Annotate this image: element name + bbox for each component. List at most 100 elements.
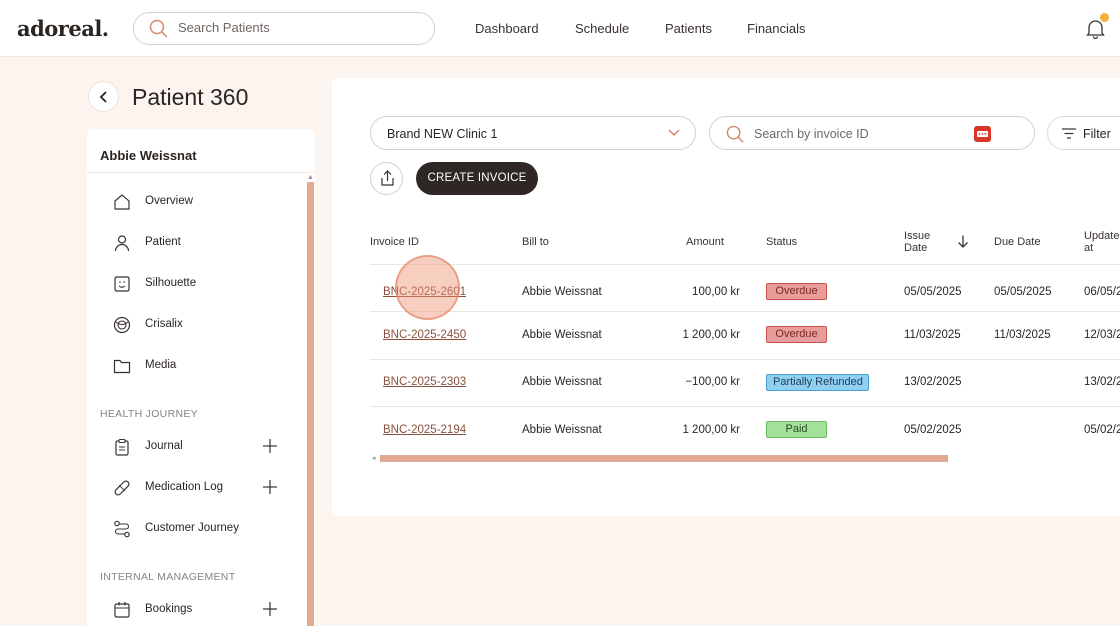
bill-to-cell: Abbie Weissnat [522,376,602,388]
app-logo[interactable]: adoreal. [17,16,109,41]
filter-icon [1062,128,1076,139]
due-date-cell: 11/03/2025 [994,329,1051,341]
patient-search-input[interactable] [178,20,418,35]
sidebar-item-patient[interactable]: Patient [87,225,299,261]
sidebar-item-label: Silhouette [145,277,197,289]
invoice-id-link[interactable]: BNC-2025-2194 [383,424,466,436]
issue-date-cell: 11/03/2025 [904,329,961,341]
clinic-select[interactable]: Brand NEW Clinic 1 [370,116,696,150]
sidebar-item-silhouette[interactable]: Silhouette [87,266,299,302]
sidebar-item-label: Patient [145,236,181,248]
password-manager-icon[interactable] [974,126,991,142]
route-icon [114,520,130,538]
sidebar-item-crisalix[interactable]: Crisalix [87,307,299,343]
add-journal-icon[interactable] [262,438,278,454]
nav-dashboard[interactable]: Dashboard [475,21,539,36]
column-header-updated-at[interactable]: Update at [1084,230,1119,254]
bill-to-cell: Abbie Weissnat [522,329,602,341]
nav-financials[interactable]: Financials [747,21,806,36]
person-icon [114,235,130,252]
upload-icon [381,170,394,186]
bell-icon[interactable] [1086,19,1105,39]
notification-dot [1100,13,1109,22]
invoice-id-link[interactable]: BNC-2025-2303 [383,376,466,388]
chevron-down-icon [668,129,680,137]
patient-search[interactable] [133,12,435,45]
chevron-left-icon [99,90,107,103]
scroll-up-arrow[interactable]: ▲ [307,174,314,181]
column-header-bill-to[interactable]: Bill to [522,236,549,248]
section-internal-management: INTERNAL MANAGEMENT [100,571,236,583]
issue-date-cell: 05/02/2025 [904,424,962,436]
crisalix-icon [113,316,131,334]
sidebar-item-journal[interactable]: Journal [87,429,299,465]
sidebar-item-bookings[interactable]: Bookings [87,592,299,626]
column-header-amount[interactable]: Amount [686,236,724,248]
nav-schedule[interactable]: Schedule [575,21,629,36]
invoice-id-link[interactable]: BNC-2025-2450 [383,329,466,341]
updated-at-cell: 13/02/2 [1084,376,1120,388]
column-header-label: Update [1084,230,1120,242]
sidebar-item-label: Customer Journey [145,522,239,534]
divider [370,311,1120,312]
sidebar-item-customer-journey[interactable]: Customer Journey [87,511,299,547]
column-header-label: Date [904,242,928,254]
amount-cell: 1 200,00 kr [682,424,740,436]
status-badge: Partially Refunded [766,374,869,391]
back-button[interactable] [88,81,119,112]
table-horizontal-scrollbar[interactable] [380,455,948,462]
invoice-search[interactable] [709,116,1035,150]
calendar-icon [114,602,130,618]
sidebar-item-label: Media [145,359,177,371]
sidebar-item-label: Bookings [145,603,193,615]
divider [370,359,1120,360]
sidebar-item-label: Overview [145,195,193,207]
top-bar: adoreal. Dashboard Schedule Patients Fin… [0,0,1120,57]
search-icon [149,19,168,38]
status-badge: Paid [766,421,827,438]
export-button[interactable] [370,162,403,195]
bill-to-cell: Abbie Weissnat [522,286,602,298]
amount-cell: 100,00 kr [692,286,740,298]
sidebar-item-overview[interactable]: Overview [87,184,299,220]
column-header-issue-date[interactable]: Issue Date [904,230,930,254]
nav-patients[interactable]: Patients [665,21,712,36]
amount-cell: 1 200,00 kr [682,329,740,341]
invoice-search-input[interactable] [754,127,954,141]
column-header-label: at [1084,242,1094,254]
column-header-invoice-id[interactable]: Invoice ID [370,236,419,248]
amount-cell: −100,00 kr [685,376,740,388]
issue-date-cell: 13/02/2025 [904,376,962,388]
updated-at-cell: 06/05/2 [1084,286,1120,298]
updated-at-cell: 12/03/2 [1084,329,1120,341]
folder-icon [113,359,131,374]
column-header-status[interactable]: Status [766,236,797,248]
add-booking-icon[interactable] [262,601,278,617]
invoice-id-link[interactable]: BNC-2025-2601 [383,286,466,298]
invoices-panel: Brand NEW Clinic 1 Filter CREATE INVOICE… [332,78,1120,516]
clinic-select-value: Brand NEW Clinic 1 [387,127,498,141]
divider [87,172,315,173]
page-title: Patient 360 [132,84,249,110]
search-icon [726,125,744,143]
filter-button[interactable]: Filter [1047,116,1120,150]
sidebar-item-label: Medication Log [145,481,223,493]
sidebar-item-medication-log[interactable]: Medication Log [87,470,299,506]
sidebar-item-label: Journal [145,440,183,452]
filter-label: Filter [1083,127,1111,141]
create-invoice-button[interactable]: CREATE INVOICE [416,162,538,195]
patient-sidebar: Abbie Weissnat ▲ Overview Patient Silhou… [87,129,315,626]
updated-at-cell: 05/02/2 [1084,424,1120,436]
sidebar-item-media[interactable]: Media [87,348,299,384]
status-badge: Overdue [766,283,827,300]
sidebar-scrollbar[interactable] [307,182,314,626]
arrow-down-icon[interactable] [957,235,969,248]
divider [370,264,1120,265]
add-medication-icon[interactable] [262,479,278,495]
patient-name: Abbie Weissnat [100,148,197,163]
scroll-left-arrow[interactable]: ◂ [372,454,376,462]
column-header-due-date[interactable]: Due Date [994,236,1040,248]
section-health-journey: HEALTH JOURNEY [100,408,198,420]
sidebar-item-label: Crisalix [145,318,183,330]
pill-icon [114,480,130,496]
